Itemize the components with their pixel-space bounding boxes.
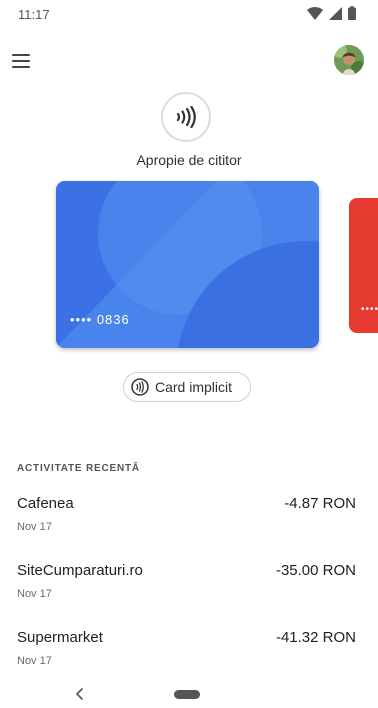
default-card-chip[interactable]: Card implicit <box>123 372 251 402</box>
default-card-label: Card implicit <box>155 379 233 395</box>
profile-avatar[interactable] <box>334 45 364 75</box>
transaction-amount: -35.00 RON <box>275 562 356 579</box>
recent-activity-header: ACTIVITATE RECENTĂ <box>17 463 140 474</box>
transaction-merchant: SiteCumparaturi.ro <box>17 562 143 579</box>
status-icons <box>307 6 356 20</box>
battery-icon <box>348 6 356 20</box>
payment-card-main[interactable]: •••• 0836 <box>56 181 319 348</box>
card-next-masked-number: •••• <box>361 304 378 315</box>
tap-prompt-label: Apropie de cititor <box>136 152 242 168</box>
transaction-date: Nov 17 <box>17 521 52 533</box>
wifi-icon <box>307 6 323 20</box>
contactless-icon <box>131 378 149 396</box>
transaction-date: Nov 17 <box>17 655 52 667</box>
transaction-merchant: Supermarket <box>17 629 103 646</box>
contactless-badge <box>161 92 211 142</box>
contactless-icon <box>176 106 196 128</box>
home-pill-icon[interactable] <box>174 690 200 699</box>
status-bar: 11:17 <box>0 0 378 30</box>
transaction-row[interactable]: Cafenea Nov 17 -4.87 RON <box>0 495 378 555</box>
back-icon[interactable] <box>73 687 87 701</box>
transaction-amount: -41.32 RON <box>275 629 356 646</box>
transaction-merchant: Cafenea <box>17 495 74 512</box>
cell-signal-icon <box>329 6 342 20</box>
status-time: 11:17 <box>18 7 50 22</box>
transaction-row[interactable]: Supermarket Nov 17 -41.32 RON <box>0 629 378 689</box>
card-masked-number: •••• 0836 <box>70 312 130 327</box>
menu-icon[interactable] <box>12 54 30 68</box>
transaction-row[interactable]: SiteCumparaturi.ro Nov 17 -35.00 RON <box>0 562 378 622</box>
transaction-amount: -4.87 RON <box>284 495 356 512</box>
transaction-date: Nov 17 <box>17 588 52 600</box>
payment-card-next[interactable]: •••• <box>349 198 378 333</box>
